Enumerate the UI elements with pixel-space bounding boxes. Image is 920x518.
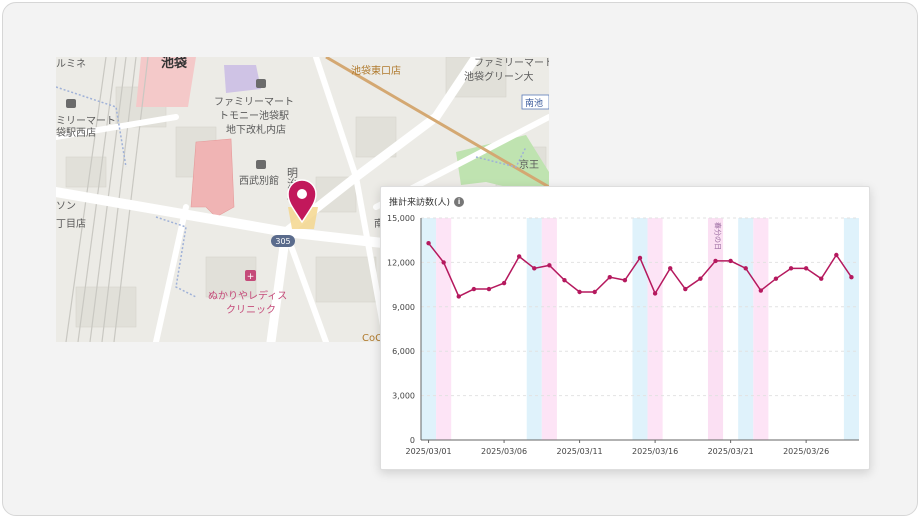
label-mart-green-2: 池袋グリーン大 bbox=[464, 70, 534, 83]
data-point bbox=[592, 289, 597, 295]
data-point bbox=[622, 277, 628, 283]
sunday-band bbox=[436, 218, 452, 440]
window-frame: 305 + 池袋 ルミネ 池袋東口店 ファミリーマート 池袋グリーン大 ミリーマ… bbox=[2, 2, 918, 516]
label-mart-station-3: 地下改札内店 bbox=[226, 123, 286, 136]
label-clinic-1: ぬかりやレディス bbox=[208, 289, 287, 302]
label-seibu: 西武別館 bbox=[239, 174, 279, 187]
data-point bbox=[426, 240, 431, 246]
x-tick-label: 2025/03/26 bbox=[783, 447, 829, 456]
label-clinic-2: クリニック bbox=[226, 304, 276, 316]
y-tick-label: 3,000 bbox=[392, 392, 415, 401]
visitor-chart-panel: 推計来訪数(人) i 春分の日 0 3,000 6,000 9,000 12,000 15,… bbox=[380, 186, 870, 470]
data-point bbox=[471, 286, 477, 292]
data-point bbox=[683, 286, 688, 292]
data-point bbox=[532, 266, 537, 271]
label-keio: 京王 bbox=[519, 158, 539, 171]
x-tick-label: 2025/03/21 bbox=[708, 447, 754, 456]
data-point bbox=[516, 254, 522, 259]
data-point bbox=[562, 277, 567, 283]
label-ikebukuro: 池袋 bbox=[161, 57, 188, 71]
sunday-band bbox=[647, 218, 663, 440]
data-point bbox=[637, 255, 643, 261]
label-lawson-1: ソン bbox=[56, 201, 76, 212]
route-shield: 305 bbox=[271, 235, 295, 247]
x-tick-label: 2025/03/11 bbox=[557, 447, 603, 456]
data-point bbox=[486, 286, 492, 292]
clinic-icon: + bbox=[245, 270, 256, 282]
data-point bbox=[698, 276, 703, 281]
x-tick-label: 2025/03/16 bbox=[632, 447, 678, 456]
label-mart-station-2: トモニー池袋駅 bbox=[219, 109, 289, 122]
label-mart-green-1: ファミリーマート bbox=[474, 58, 549, 69]
y-tick-label: 15,000 bbox=[387, 214, 415, 223]
data-point bbox=[441, 260, 446, 265]
x-tick-label: 2025/03/01 bbox=[405, 447, 451, 456]
saturday-band bbox=[738, 218, 754, 440]
label-mart-east: 池袋東口店 bbox=[351, 64, 401, 77]
y-tick-label: 12,000 bbox=[387, 258, 415, 267]
data-point bbox=[743, 266, 748, 271]
data-point bbox=[758, 288, 764, 293]
holiday-label: 春分の日 bbox=[714, 222, 723, 250]
data-point bbox=[819, 276, 824, 281]
saturday-band bbox=[843, 218, 859, 440]
label-mart-west-1: ミリーマート bbox=[56, 116, 116, 127]
data-point bbox=[788, 266, 794, 271]
label-rumine: ルミネ bbox=[56, 58, 86, 70]
data-point bbox=[668, 266, 673, 271]
saturday-band bbox=[421, 218, 437, 440]
data-point bbox=[577, 289, 582, 295]
data-point bbox=[849, 275, 854, 280]
visitor-line-chart: 春分の日 0 3,000 6,000 9,000 12,000 15,000 2025/03/… bbox=[387, 214, 859, 456]
data-point bbox=[501, 280, 507, 286]
station-badge: 南池 bbox=[521, 94, 549, 110]
saturday-band bbox=[526, 218, 542, 440]
data-point bbox=[652, 291, 658, 296]
y-tick-label: 9,000 bbox=[392, 303, 415, 312]
data-point bbox=[456, 294, 461, 299]
data-point bbox=[713, 258, 718, 264]
data-point bbox=[803, 266, 809, 271]
holiday-band bbox=[707, 218, 724, 440]
label-mart-west-2: 袋駅西店 bbox=[56, 126, 96, 139]
data-point bbox=[834, 252, 839, 258]
svg-text:305: 305 bbox=[275, 237, 290, 246]
data-point bbox=[547, 263, 552, 268]
svg-text:+: + bbox=[247, 272, 255, 282]
label-mart-station-1: ファミリーマート bbox=[214, 97, 294, 108]
data-point bbox=[607, 275, 612, 280]
data-point bbox=[728, 258, 733, 264]
label-lawson-2: 丁目店 bbox=[56, 217, 86, 230]
x-tick-label: 2025/03/06 bbox=[481, 447, 527, 456]
sunday-band bbox=[753, 218, 769, 440]
y-tick-label: 6,000 bbox=[392, 347, 415, 356]
svg-text:南池: 南池 bbox=[525, 97, 543, 109]
sunday-band bbox=[541, 218, 557, 440]
saturday-band bbox=[632, 218, 648, 440]
data-point bbox=[773, 276, 779, 281]
y-tick-label: 0 bbox=[410, 436, 415, 445]
